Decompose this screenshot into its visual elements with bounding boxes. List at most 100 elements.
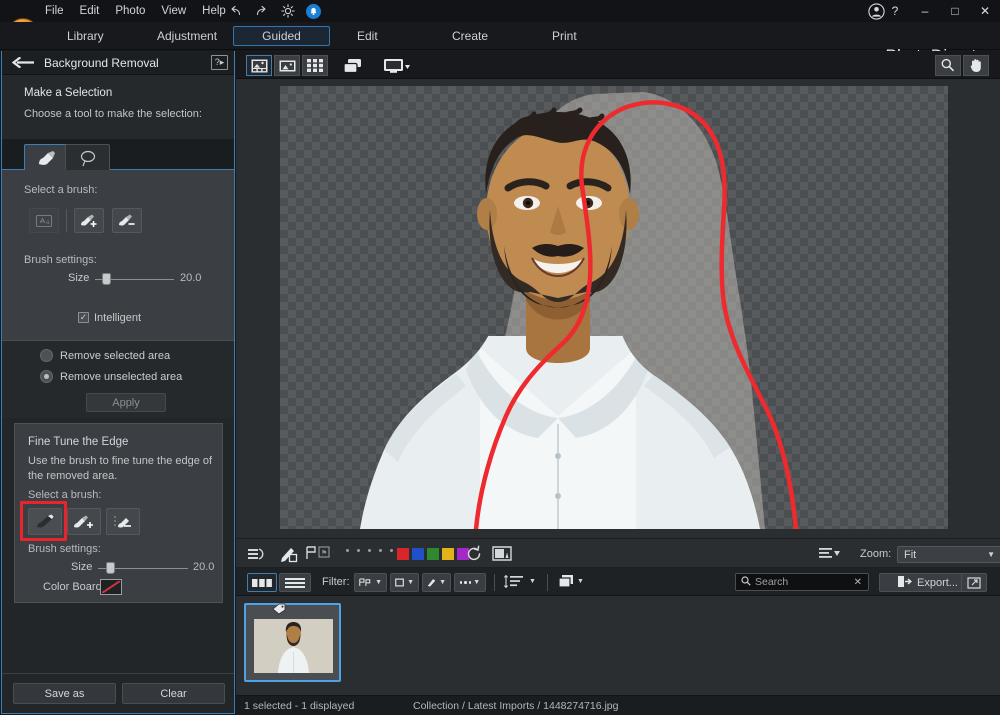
radio-remove-unselected-label: Remove unselected area [60,371,182,383]
back-arrow-icon[interactable] [2,57,44,68]
module-tab-adjustment[interactable]: Adjustment [145,26,229,46]
module-tab-edit[interactable]: Edit [345,26,390,46]
edge-add-brush-button[interactable] [67,508,101,535]
zoom-tool-button[interactable] [935,55,961,76]
gear-icon[interactable] [280,4,295,19]
export-icon [897,575,912,591]
view-multi-window-button[interactable] [340,55,366,76]
radio-remove-selected-label: Remove selected area [60,350,170,362]
clear-search-icon[interactable]: ✕ [854,577,862,588]
chevron-down-icon: ▼ [981,550,995,559]
apply-button[interactable]: Apply [86,393,166,412]
color-board-swatch[interactable] [100,579,122,595]
view-window-group [340,55,414,76]
view-grid-button[interactable] [302,55,328,76]
zoom-value: Fit [898,549,916,561]
brush-add-button[interactable] [74,208,104,233]
view-mode-group [246,55,328,76]
rating-filter-dropdown[interactable]: ▼ [390,573,419,592]
rotate-refresh-icon[interactable] [465,545,483,566]
rating-dots-button[interactable] [346,549,393,552]
list-view-button[interactable] [279,573,311,592]
photo-thumbnail[interactable] [244,603,341,682]
intelligent-label: Intelligent [94,312,141,324]
view-compare-button[interactable] [274,55,300,76]
more-filter-dropdown[interactable]: ▼ [454,573,486,592]
flag-marker-button[interactable]: ⚑ [306,546,334,563]
background-removal-panel: Background Removal ?▸ Make a Selection C… [1,51,235,714]
panel-header: Background Removal ?▸ [2,51,234,75]
redo-icon[interactable] [254,4,269,19]
module-tab-print[interactable]: Print [540,26,589,46]
menu-item-view[interactable]: View [161,5,186,17]
module-tab-library[interactable]: Library [55,26,116,46]
brush-subtract-button[interactable] [112,208,142,233]
photo-canvas[interactable] [236,79,1000,538]
menu-bar: File Edit Photo View Help [45,0,226,22]
clear-button[interactable]: Clear [122,683,225,704]
color-label-red[interactable] [397,548,409,560]
export-label: Export... [917,577,958,589]
search-input[interactable]: Search ✕ [735,573,869,591]
title-bar: File Edit Photo View Help [0,0,1000,22]
popout-window-icon[interactable] [961,573,987,592]
viewer-toolbar [236,51,1000,79]
menu-item-edit[interactable]: Edit [80,5,100,17]
intelligent-checkbox[interactable]: ✓ [78,312,89,323]
sort-lines-icon[interactable] [819,547,841,564]
view-device-preview-button[interactable] [380,55,414,76]
annotate-pencil-button[interactable] [280,545,300,566]
before-after-button[interactable] [247,546,265,565]
radio-remove-selected[interactable] [40,349,53,362]
photodirector-window: File Edit Photo View Help [0,0,1000,715]
sort-order-dropdown[interactable]: ▼ [504,575,536,588]
highlight-box-edge-smudge-brush [20,501,67,541]
undo-icon[interactable] [228,4,243,19]
screen-render-icon[interactable] [492,546,512,565]
smart-brush-button[interactable]: a [29,208,59,233]
edited-photo[interactable] [280,86,948,529]
brush-tool-tab[interactable] [24,144,69,170]
menu-item-file[interactable]: File [45,5,64,17]
view-single-photo-button[interactable] [246,55,272,76]
color-label-green[interactable] [427,548,439,560]
save-as-button[interactable]: Save as [13,683,116,704]
quick-action-icons [228,0,321,22]
maximize-button[interactable]: □ [940,0,970,22]
selection-tool-tabs [2,139,234,170]
menu-item-help[interactable]: Help [202,5,226,17]
help-tooltip-icon[interactable]: ?▸ [211,55,228,70]
color-label-swatches [397,548,469,560]
notification-bell-icon[interactable] [306,4,321,19]
size-label: Size [68,272,89,284]
thumbnail-image [254,619,333,673]
color-label-filter-dropdown[interactable]: ▼ [422,573,451,592]
size-slider-knob[interactable] [102,273,111,285]
selection-subheading: Choose a tool to make the selection: [24,108,202,120]
module-tab-guided[interactable]: Guided [233,26,330,46]
module-tab-create[interactable]: Create [440,26,500,46]
help-button[interactable]: ? [880,0,910,22]
fine-tune-size-slider-knob[interactable] [106,562,115,574]
make-a-selection-section: Make a Selection Choose a tool to make t… [2,75,234,139]
radio-remove-unselected[interactable] [40,370,53,383]
zoom-level-dropdown[interactable]: Fit ▼ [897,546,1000,563]
minimize-button[interactable]: – [910,0,940,22]
edge-subtract-brush-button[interactable] [106,508,140,535]
panel-body: Make a Selection Choose a tool to make t… [2,75,234,713]
status-bar: 1 selected - 1 displayed Collection / La… [236,695,1000,715]
search-placeholder: Search [755,576,788,588]
pan-hand-tool-button[interactable] [963,55,989,76]
svg-text:a: a [46,220,50,226]
filmstrip-view-button[interactable] [247,573,277,592]
menu-item-photo[interactable]: Photo [115,5,145,17]
color-label-yellow[interactable] [442,548,454,560]
close-button[interactable]: ✕ [970,0,1000,22]
stack-mode-dropdown[interactable]: ▼ [558,574,584,589]
brush-options-pane: Select a brush: a [2,170,234,340]
lasso-tool-tab[interactable] [65,144,110,170]
fine-tune-heading: Fine Tune the Edge [28,436,128,448]
flag-filter-dropdown[interactable]: ▼ [354,573,387,592]
color-label-blue[interactable] [412,548,424,560]
breadcrumb: Collection / Latest Imports / 1448274716… [413,700,618,712]
